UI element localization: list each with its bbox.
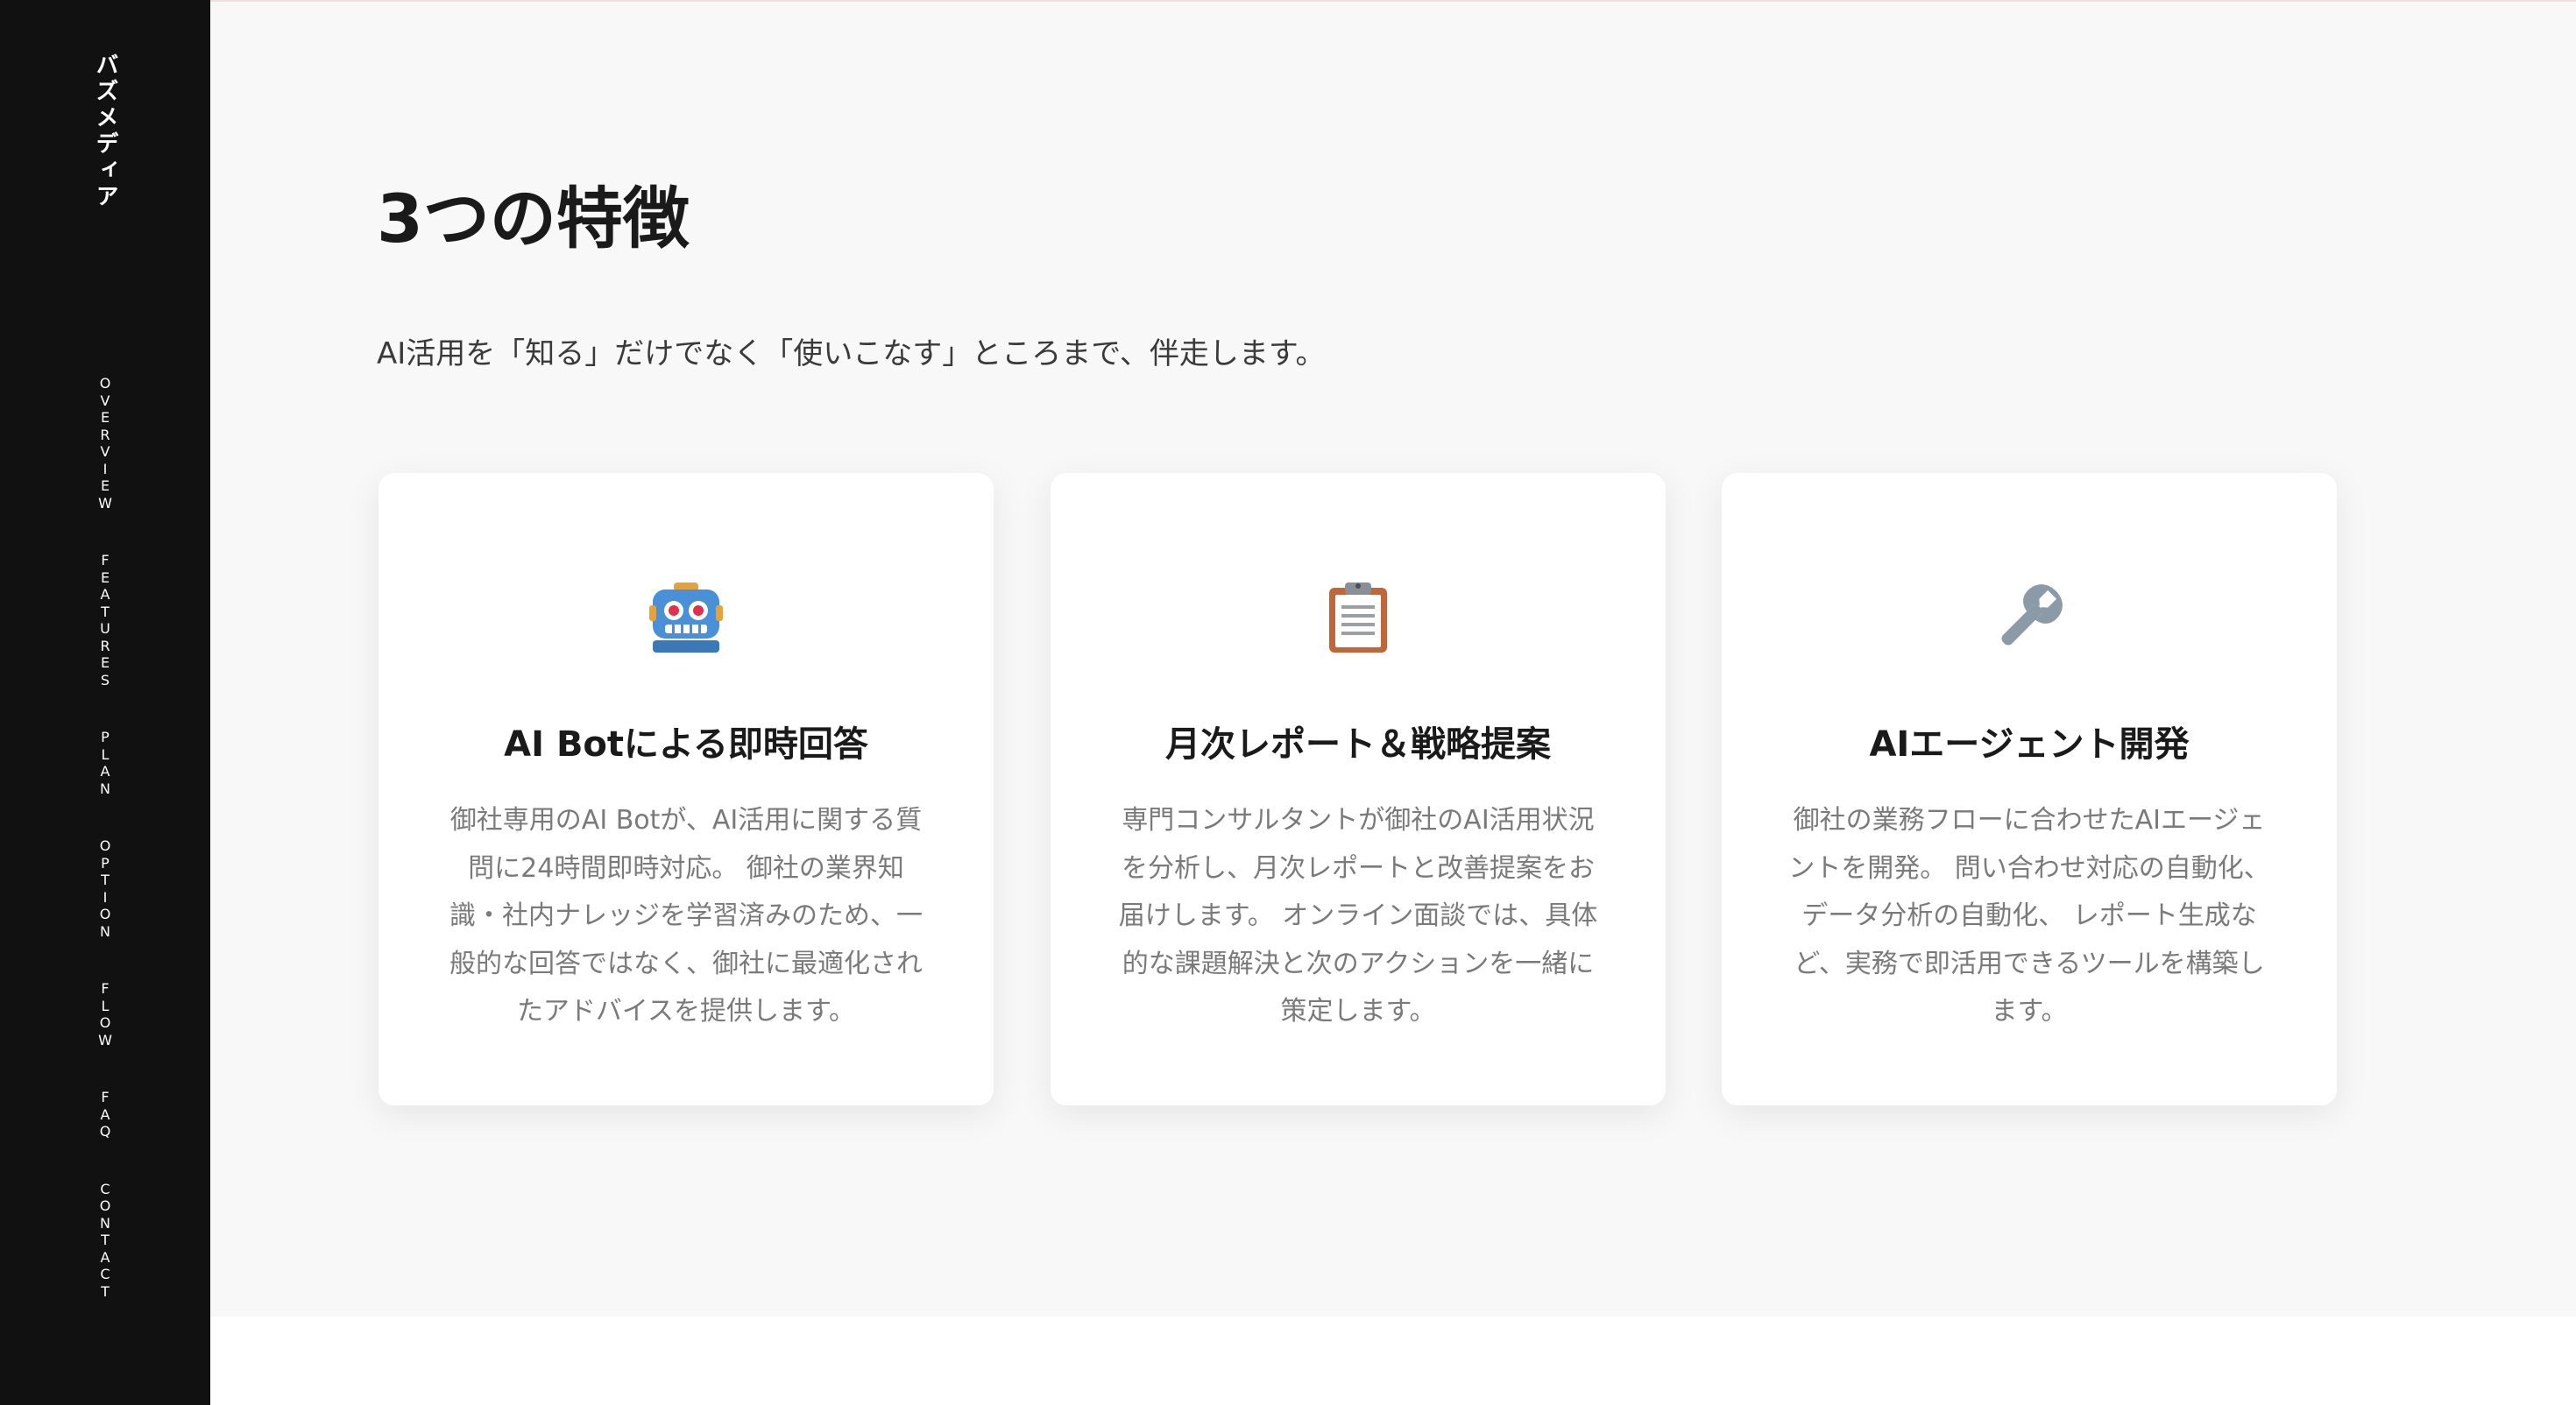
- nav-letter: Q: [99, 1123, 111, 1140]
- nav-letter: R: [100, 426, 110, 443]
- nav-faq[interactable]: FAQ: [100, 1089, 111, 1140]
- card-description: 専門コンサルタントが御社のAI活用状況を分析し、月次レポートと改善提案をお届けし…: [1118, 805, 1598, 1027]
- sidebar: バズメディア OVERVIEW FEATURES PLAN OPTION FLO…: [0, 0, 210, 1405]
- card-title: AIエージェント開発: [1869, 724, 2190, 765]
- feature-card-ai-agent: AIエージェント開発 御社の業務フローに合わせたAIエージェントを開発。 問い合…: [1722, 473, 2337, 1105]
- nav-letter: N: [100, 922, 110, 940]
- nav-contact[interactable]: CONTACT: [100, 1181, 111, 1301]
- nav-letter: A: [100, 1248, 110, 1266]
- feature-card-monthly-report: 月次レポート＆戦略提案 専門コンサルタントが御社のAI活用状況を分析し、月次レポ…: [1051, 473, 1666, 1105]
- card-description: 御社専用のAI Botが、AI活用に関する質問に24時間即時対応。 御社の業界知…: [449, 805, 923, 1027]
- nav-letter: T: [101, 603, 110, 620]
- nav-letter: T: [101, 1282, 110, 1300]
- nav-letter: O: [99, 375, 111, 392]
- nav-letter: F: [101, 552, 110, 568]
- nav-letter: V: [100, 443, 110, 460]
- nav-letter: T: [101, 872, 110, 888]
- nav-letter: E: [100, 477, 110, 494]
- nav-letter: A: [100, 763, 110, 780]
- nav-flow[interactable]: FLOW: [98, 980, 112, 1048]
- next-section-band: [210, 1317, 2576, 1405]
- sidebar-nav: OVERVIEW FEATURES PLAN OPTION FLOW FAQ C…: [91, 375, 119, 1300]
- card-title: 月次レポート＆戦略提案: [1165, 724, 1551, 765]
- nav-letter: U: [100, 620, 110, 637]
- nav-letter: O: [99, 1197, 111, 1214]
- nav-letter: L: [101, 997, 110, 1014]
- nav-letter: O: [99, 1014, 111, 1031]
- robot-icon: [379, 569, 994, 666]
- nav-letter: S: [100, 671, 110, 688]
- clipboard-icon: [1051, 569, 1666, 666]
- brand-logo[interactable]: バズメディア: [88, 53, 123, 210]
- nav-letter: A: [100, 1105, 110, 1123]
- nav-plan[interactable]: PLAN: [100, 729, 110, 797]
- section-subtitle: AI活用を「知る」だけでなく「使いこなす」ところまで、伴走します。: [377, 336, 1326, 371]
- nav-letter: I: [103, 460, 108, 477]
- nav-letter: R: [100, 637, 110, 654]
- card-title: AI Botによる即時回答: [504, 724, 868, 765]
- nav-letter: E: [100, 409, 110, 426]
- wrench-icon: [1722, 569, 2337, 666]
- nav-option[interactable]: OPTION: [100, 837, 111, 940]
- nav-letter: O: [99, 906, 111, 922]
- nav-letter: N: [100, 1214, 110, 1232]
- nav-letter: W: [98, 494, 112, 512]
- feature-card-ai-bot: AI Botによる即時回答 御社専用のAI Botが、AI活用に関する質問に24…: [379, 473, 994, 1105]
- nav-letter: F: [101, 980, 110, 997]
- nav-letter: T: [101, 1232, 110, 1248]
- nav-letter: V: [100, 392, 110, 409]
- section-title: 3つの特徴: [377, 180, 690, 258]
- nav-letter: O: [99, 837, 111, 854]
- nav-letter: I: [103, 888, 108, 906]
- nav-letter: W: [98, 1031, 112, 1048]
- nav-features[interactable]: FEATURES: [100, 552, 110, 688]
- nav-letter: P: [101, 729, 110, 745]
- card-description: 御社の業務フローに合わせたAIエージェントを開発。 問い合わせ対応の自動化、デー…: [1788, 805, 2270, 1027]
- nav-overview[interactable]: OVERVIEW: [98, 375, 112, 512]
- nav-letter: E: [100, 654, 110, 671]
- nav-letter: E: [100, 568, 110, 586]
- nav-letter: C: [100, 1266, 110, 1282]
- nav-letter: A: [100, 586, 110, 603]
- nav-letter: F: [101, 1089, 110, 1105]
- nav-letter: N: [100, 780, 110, 797]
- nav-letter: P: [101, 854, 110, 872]
- nav-letter: C: [100, 1180, 110, 1197]
- nav-letter: L: [101, 745, 110, 763]
